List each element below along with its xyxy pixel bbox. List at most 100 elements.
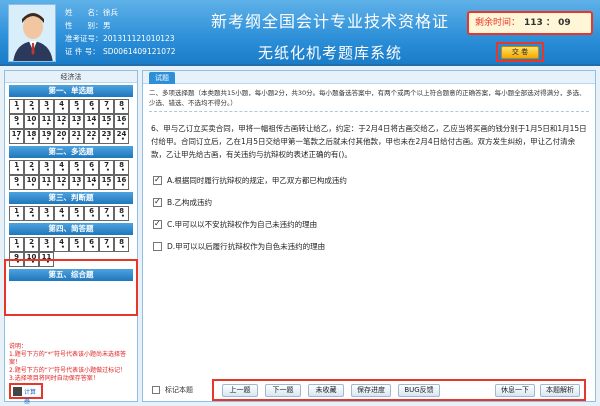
question-number-cell[interactable]: 2 • <box>24 237 39 252</box>
section-header[interactable]: 第一、单选题 <box>9 85 133 97</box>
question-number-cell[interactable]: 5 • <box>69 99 84 114</box>
question-number-cell[interactable]: 4 • <box>54 160 69 175</box>
answer-options: A.根据同时履行抗辩权的规定，甲乙双方都已构成违约 B.乙构成违约 C.甲可以以… <box>153 169 585 257</box>
question-number-cell[interactable]: 1 • <box>9 206 24 221</box>
question-number-cell[interactable]: 7 • <box>99 237 114 252</box>
unanswered-marker: • <box>91 136 95 143</box>
question-number-cell[interactable]: 12 • <box>54 114 69 129</box>
unanswered-marker: • <box>31 167 35 174</box>
question-number-cell[interactable]: 9 • <box>9 114 24 129</box>
section-header[interactable]: 第二、多选题 <box>9 146 133 158</box>
question-number-cell[interactable]: 4 • <box>54 206 69 221</box>
explanation-button[interactable]: 本题解析 <box>540 384 580 397</box>
candidate-avatar <box>8 4 56 62</box>
question-number-cell[interactable]: 20 • <box>54 129 69 144</box>
question-number-cell[interactable]: 10 • <box>24 175 39 190</box>
question-number-cell[interactable]: 1 • <box>9 99 24 114</box>
question-number-cell[interactable]: 7 • <box>99 206 114 221</box>
option-checkbox[interactable] <box>153 197 162 207</box>
unanswered-marker: • <box>76 167 80 174</box>
question-number-cell[interactable]: 2 • <box>24 206 39 221</box>
option-checkbox[interactable] <box>153 175 162 185</box>
question-number-cell[interactable]: 1 • <box>9 160 24 175</box>
option-a[interactable]: A.根据同时履行抗辩权的规定，甲乙双方都已构成违约 <box>153 169 585 191</box>
question-number-cell[interactable]: 3 • <box>39 99 54 114</box>
question-number-cell[interactable]: 9 • <box>9 175 24 190</box>
section-header[interactable]: 第三、判断题 <box>9 192 133 204</box>
candidate-info: 姓 名： 徐兵 性 别：男 准考证号： 201311121010123 证 件 号：… <box>65 6 176 58</box>
question-number-cell[interactable]: 24 • <box>114 129 129 144</box>
take-break-button[interactable]: 休息一下 <box>495 384 535 397</box>
question-number-cell[interactable]: 21 • <box>69 129 84 144</box>
question-number-cell[interactable]: 7 • <box>99 160 114 175</box>
question-number-cell[interactable]: 5 • <box>69 160 84 175</box>
question-number-cell[interactable]: 13 • <box>69 175 84 190</box>
question-number-cell[interactable]: 5 • <box>69 237 84 252</box>
question-number-cell[interactable]: 2 • <box>24 160 39 175</box>
mark-question-toggle[interactable]: 标记本题 <box>152 385 193 395</box>
question-number-cell[interactable]: 12 • <box>54 175 69 190</box>
question-number-cell[interactable]: 16 • <box>114 114 129 129</box>
legend-notes: 说明： 1.题号下方的“*”符号代表该小题尚未选择答案！ 2.题号下方的“?”符… <box>9 343 137 383</box>
question-number-cell[interactable]: 18 • <box>24 129 39 144</box>
question-number-cell[interactable]: 6 • <box>84 160 99 175</box>
question-number-cell[interactable]: 6 • <box>84 206 99 221</box>
option-checkbox[interactable] <box>153 241 162 251</box>
question-number-cell[interactable]: 23 • <box>99 129 114 144</box>
question-number-cell[interactable]: 11 • <box>39 175 54 190</box>
question-number-cell[interactable]: 3 • <box>39 206 54 221</box>
unanswered-marker: • <box>121 106 125 113</box>
question-number-cell[interactable]: 13 • <box>69 114 84 129</box>
question-number-cell[interactable]: 16 • <box>114 175 129 190</box>
question-number-cell[interactable]: 2 • <box>24 99 39 114</box>
question-number-cell[interactable]: 10 • <box>24 114 39 129</box>
calculator-button[interactable]: 计算器 <box>9 383 43 405</box>
question-number-cell[interactable]: 6 • <box>84 237 99 252</box>
question-number-cell[interactable]: 3 • <box>39 237 54 252</box>
question-number-cell[interactable]: 3 • <box>39 160 54 175</box>
question-number-cell[interactable]: 7 • <box>99 99 114 114</box>
submit-exam-button[interactable]: 交 卷 <box>501 46 539 59</box>
option-checkbox[interactable] <box>153 219 162 229</box>
bug-report-button[interactable]: BUG反馈 <box>398 384 440 397</box>
question-number-cell[interactable]: 19 • <box>39 129 54 144</box>
next-question-button[interactable]: 下一题 <box>265 384 301 397</box>
save-progress-button[interactable]: 保存进度 <box>351 384 391 397</box>
calculator-label: 计算器 <box>24 389 37 405</box>
question-number-cell[interactable]: 4 • <box>54 237 69 252</box>
note-line: 说明： <box>9 343 28 350</box>
question-number-cell[interactable]: 4 • <box>54 99 69 114</box>
unanswered-marker: • <box>76 106 80 113</box>
question-number-cell[interactable]: 14 • <box>84 114 99 129</box>
option-b[interactable]: B.乙构成违约 <box>153 191 585 213</box>
question-number-cell[interactable]: 15 • <box>99 114 114 129</box>
unanswered-marker: • <box>31 244 35 251</box>
unanswered-marker: • <box>91 213 95 220</box>
option-c[interactable]: C.甲可以以不安抗辩权作为自己未违约的理由 <box>153 213 585 235</box>
prev-question-button[interactable]: 上一题 <box>222 384 258 397</box>
question-number-cell[interactable]: 1 • <box>9 237 24 252</box>
question-number-cell[interactable]: 11 • <box>39 114 54 129</box>
question-grid: 1 • 2 • 3 • 4 • 5 • 6 • 7 • 8 • 9 • 10 • 11 • 12 • 13 • 14 • 15 • 16 • 1… <box>9 99 133 144</box>
question-number-cell[interactable]: 15 • <box>99 175 114 190</box>
question-number-cell[interactable]: 17 • <box>9 129 24 144</box>
question-number-cell[interactable]: 22 • <box>84 129 99 144</box>
section-header[interactable]: 第四、简答题 <box>9 223 133 235</box>
tab-questions[interactable]: 试题 <box>149 72 175 84</box>
question-number-cell[interactable]: 8 • <box>114 237 129 252</box>
question-number-cell[interactable]: 5 • <box>69 206 84 221</box>
unanswered-marker: • <box>31 121 35 128</box>
option-d[interactable]: D.甲可以以后履行抗辩权作为自色未违约的理由 <box>153 235 585 257</box>
action-bar: 标记本题 上一题 下一题 未收藏 保存进度 BUG反馈 休息一下 本题解析 <box>142 378 596 402</box>
favorite-button[interactable]: 未收藏 <box>308 384 344 397</box>
question-number-cell[interactable]: 8 • <box>114 206 129 221</box>
unanswered-marker: • <box>76 213 80 220</box>
question-number-cell[interactable]: 8 • <box>114 99 129 114</box>
unanswered-marker: • <box>76 182 80 189</box>
unanswered-marker: • <box>16 167 20 174</box>
question-number-cell[interactable]: 6 • <box>84 99 99 114</box>
question-number-cell[interactable]: 14 • <box>84 175 99 190</box>
mark-checkbox[interactable] <box>152 386 160 394</box>
unanswered-marker: • <box>106 121 110 128</box>
question-number-cell[interactable]: 8 • <box>114 160 129 175</box>
